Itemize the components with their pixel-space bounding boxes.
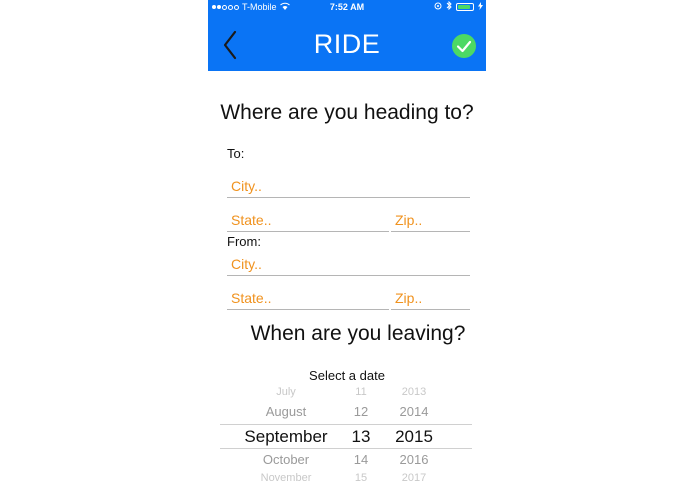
from-city-field[interactable] xyxy=(227,252,470,276)
month-option[interactable]: August xyxy=(236,404,336,419)
battery-icon xyxy=(456,2,474,11)
year-option[interactable]: 2013 xyxy=(390,386,438,398)
day-wheel[interactable]: 11 12 13 14 15 xyxy=(344,384,378,494)
leaving-heading: When are you leaving? xyxy=(250,322,466,345)
day-option[interactable]: 12 xyxy=(344,404,378,419)
status-indicators xyxy=(434,0,483,12)
checkmark-icon xyxy=(456,40,472,53)
to-city-field[interactable] xyxy=(227,174,470,198)
month-option[interactable]: October xyxy=(236,452,336,467)
day-option[interactable]: 15 xyxy=(344,472,378,484)
day-option[interactable]: 11 xyxy=(344,386,378,398)
year-option[interactable]: 2016 xyxy=(390,452,438,467)
charging-icon xyxy=(478,1,483,12)
phone-screen: T-Mobile 7:52 AM RIDE Where are you head… xyxy=(208,0,486,494)
to-state-field[interactable] xyxy=(227,208,389,232)
from-label: From: xyxy=(227,234,261,249)
month-wheel[interactable]: July August September October November xyxy=(236,384,336,494)
month-option[interactable]: September xyxy=(236,427,336,447)
date-picker-label: Select a date xyxy=(309,368,385,383)
day-option[interactable]: 14 xyxy=(344,452,378,467)
year-option[interactable]: 2015 xyxy=(390,427,438,447)
battery-level xyxy=(458,4,470,9)
location-lock-icon xyxy=(434,2,442,12)
year-wheel[interactable]: 2013 2014 2015 2016 2017 xyxy=(390,384,438,494)
page-title: RIDE xyxy=(313,29,381,59)
bluetooth-icon xyxy=(446,0,452,12)
day-option[interactable]: 13 xyxy=(344,427,378,447)
destination-heading: Where are you heading to? xyxy=(220,101,474,124)
month-option[interactable]: July xyxy=(236,386,336,398)
from-state-field[interactable] xyxy=(227,286,389,310)
month-option[interactable]: November xyxy=(236,472,336,484)
year-option[interactable]: 2014 xyxy=(390,404,438,419)
confirm-button[interactable] xyxy=(452,34,476,58)
date-picker[interactable]: July August September October November 11 12 1… xyxy=(220,384,472,494)
navigation-bar: RIDE xyxy=(208,14,486,71)
status-bar: T-Mobile 7:52 AM xyxy=(208,0,486,14)
to-label: To: xyxy=(227,146,245,161)
year-option[interactable]: 2017 xyxy=(390,472,438,484)
to-zip-field[interactable] xyxy=(391,208,470,232)
from-zip-field[interactable] xyxy=(391,286,470,310)
